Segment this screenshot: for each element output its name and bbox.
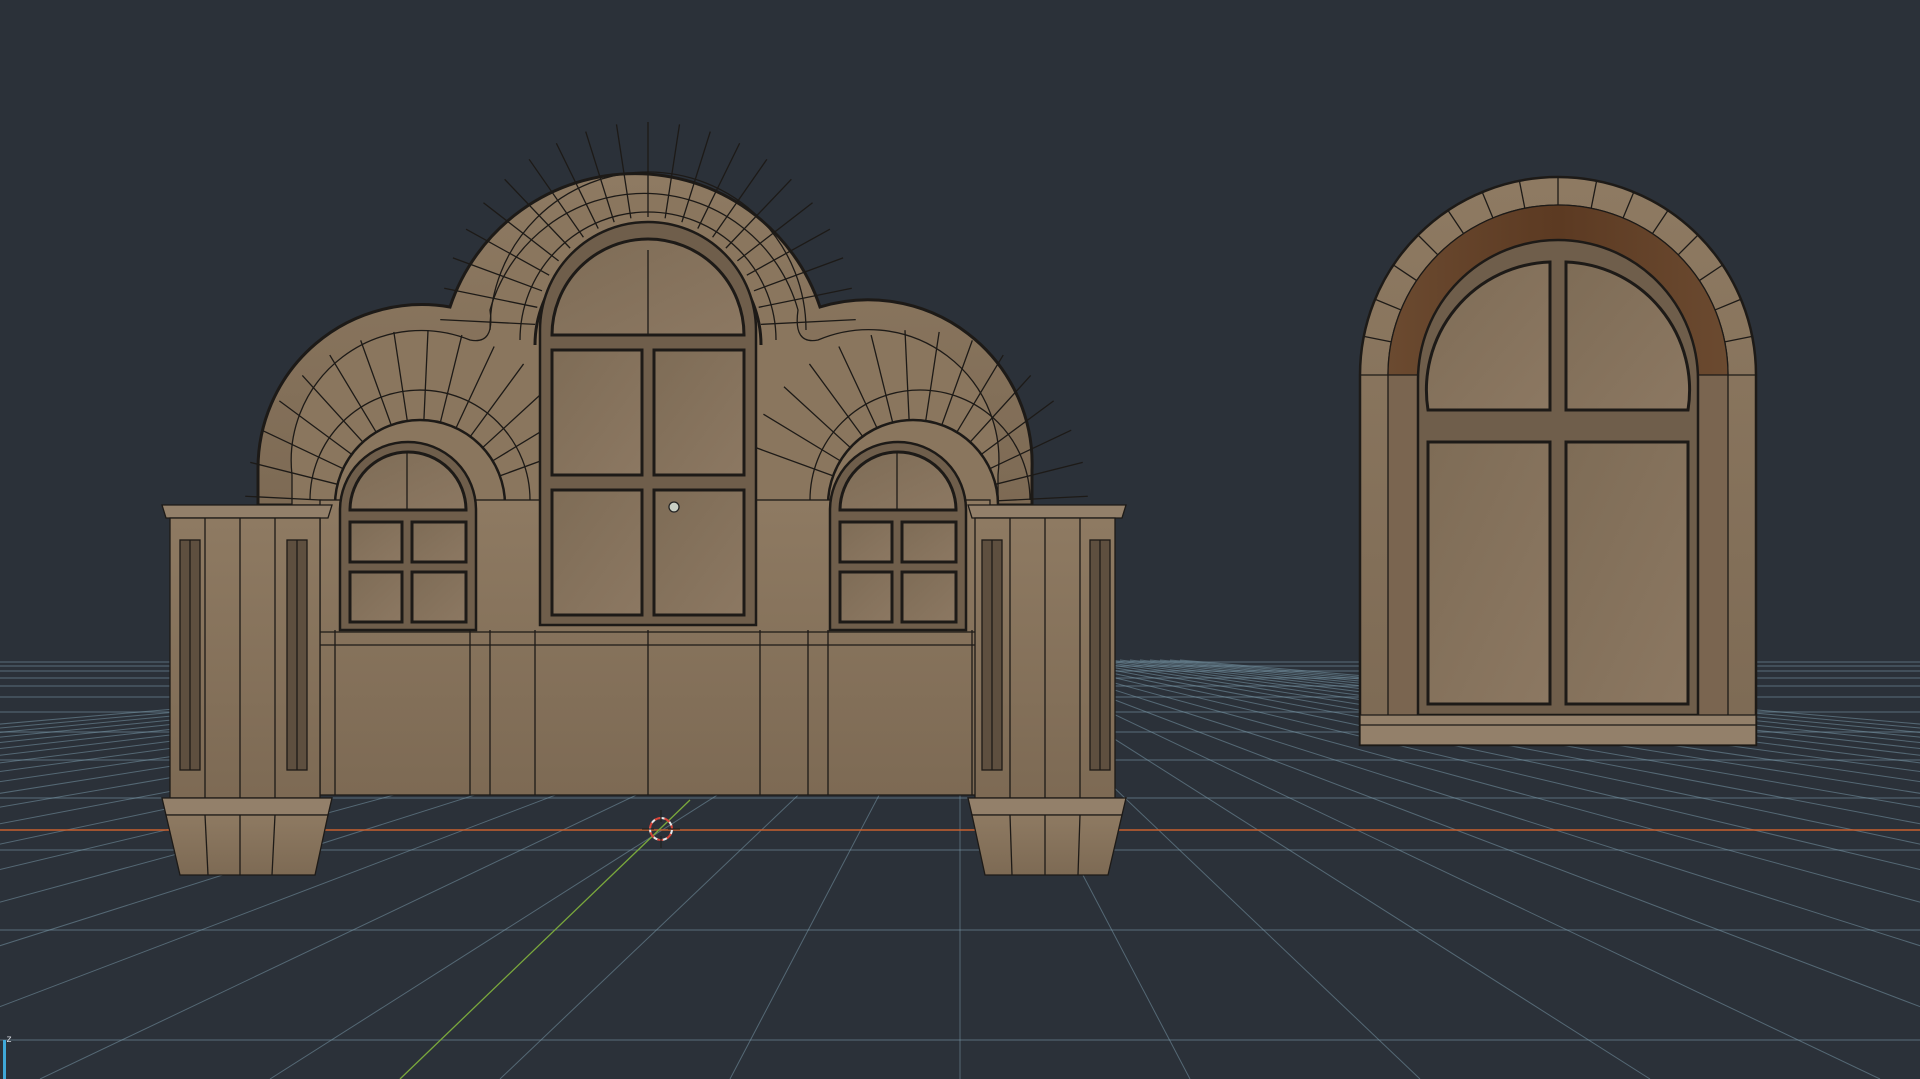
right-window-glass-1 <box>838 520 894 564</box>
center-window-glass-mid-left <box>550 348 644 477</box>
center-window-glass-mid-right <box>652 348 746 477</box>
3d-viewport[interactable]: z <box>0 0 1920 1079</box>
left-window-glass-3 <box>348 570 404 624</box>
right-window-glass-2 <box>900 520 958 564</box>
single-window-sill <box>1359 714 1757 746</box>
right-pilaster <box>967 504 1127 876</box>
center-window-glass-bot-right <box>652 488 746 617</box>
center-window-glass-bot-left <box>550 488 644 617</box>
left-window-glass-2 <box>410 520 468 564</box>
left-pilaster <box>161 504 333 876</box>
right-window-glass-3 <box>838 570 894 624</box>
axis-gizmo-bar <box>3 1040 6 1079</box>
object-origin-dot[interactable] <box>668 501 680 513</box>
right-window-glass-4 <box>900 570 958 624</box>
left-window-glass-4 <box>410 570 468 624</box>
left-window-glass-1 <box>348 520 404 564</box>
single-window-glass-bot-left <box>1426 440 1552 706</box>
viewport-scene[interactable] <box>0 0 1920 1079</box>
single-arch-window-model[interactable] <box>1358 175 1758 747</box>
axis-gizmo-label: z <box>6 1034 13 1045</box>
single-window-glass-bot-right <box>1564 440 1690 706</box>
triple-arch-window-model[interactable] <box>161 122 1127 876</box>
